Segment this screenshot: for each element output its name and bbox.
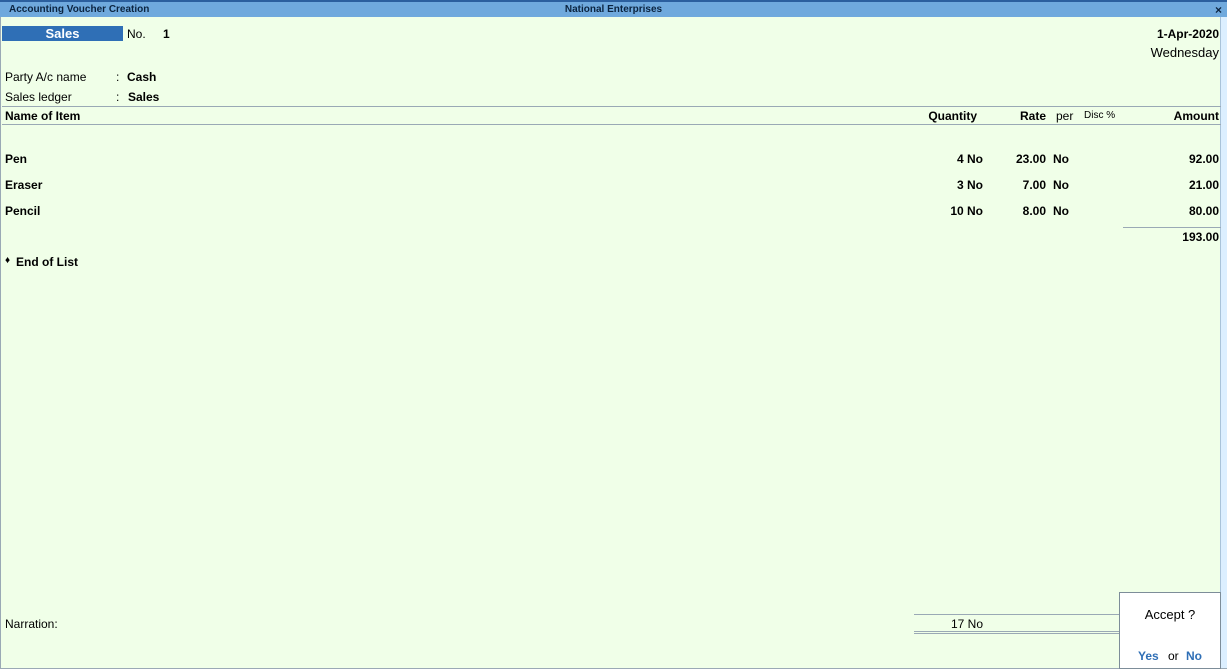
voucher-date[interactable]: 1-Apr-2020 [1157, 27, 1219, 41]
item-amount: 92.00 [1188, 152, 1219, 166]
sales-ledger-value[interactable]: Sales [128, 90, 159, 104]
item-per: No [1053, 204, 1069, 218]
narration-label: Narration: [5, 617, 58, 631]
col-header-rate: Rate [1019, 109, 1046, 123]
item-name: Pen [5, 152, 28, 166]
voucher-type-badge[interactable]: Sales [2, 26, 123, 41]
item-name: Pencil [5, 204, 41, 218]
left-border [0, 17, 1, 669]
col-header-amount: Amount [1173, 109, 1219, 123]
title-bar: Accounting Voucher Creation National Ent… [0, 0, 1227, 17]
party-separator: : [116, 70, 120, 84]
item-amount: 80.00 [1188, 204, 1219, 218]
accept-dialog: Accept ? Yes or No [1119, 592, 1221, 669]
company-name: National Enterprises [564, 4, 663, 15]
sales-ledger-separator: : [116, 90, 120, 104]
total-amount: 193.00 [1182, 230, 1219, 244]
sales-ledger-label: Sales ledger [5, 90, 72, 104]
no-button[interactable]: No [1186, 649, 1202, 663]
qty-total-bottom-line-1 [914, 631, 1119, 632]
header-top-line [2, 106, 1221, 107]
voucher-no-label: No. [127, 27, 146, 41]
item-rate: 7.00 [1022, 178, 1046, 192]
yes-button[interactable]: Yes [1138, 649, 1159, 663]
item-amount: 21.00 [1188, 178, 1219, 192]
col-header-disc: Disc % [1084, 110, 1116, 121]
qty-total-top-line [914, 614, 1119, 615]
qty-total-bottom-line-2 [914, 633, 1119, 634]
item-per: No [1053, 178, 1069, 192]
party-value[interactable]: Cash [127, 70, 156, 84]
header-bottom-line [2, 124, 1221, 125]
item-rate: 8.00 [1022, 204, 1046, 218]
item-quantity: 4 No [956, 152, 983, 166]
voucher-weekday: Wednesday [1150, 45, 1219, 60]
col-header-item: Name of Item [5, 109, 81, 123]
item-name: Eraser [5, 178, 43, 192]
right-scroll-edge [1220, 17, 1227, 669]
item-rate: 23.00 [1015, 152, 1046, 166]
col-header-quantity: Quantity [928, 109, 977, 123]
accept-question: Accept ? [1144, 607, 1196, 622]
item-quantity: 3 No [956, 178, 983, 192]
close-icon[interactable]: × [1215, 3, 1222, 17]
item-per: No [1053, 152, 1069, 166]
end-of-list[interactable]: End of List [16, 255, 78, 269]
voucher-no-value[interactable]: 1 [163, 27, 170, 41]
party-label: Party A/c name [5, 70, 87, 84]
item-quantity: 10 No [950, 204, 983, 218]
or-label: or [1168, 649, 1179, 663]
col-header-per: per [1056, 109, 1074, 123]
total-line [1123, 227, 1221, 228]
total-quantity: 17 No [950, 617, 983, 631]
end-of-list-bullet-icon: ♦ [5, 255, 11, 266]
